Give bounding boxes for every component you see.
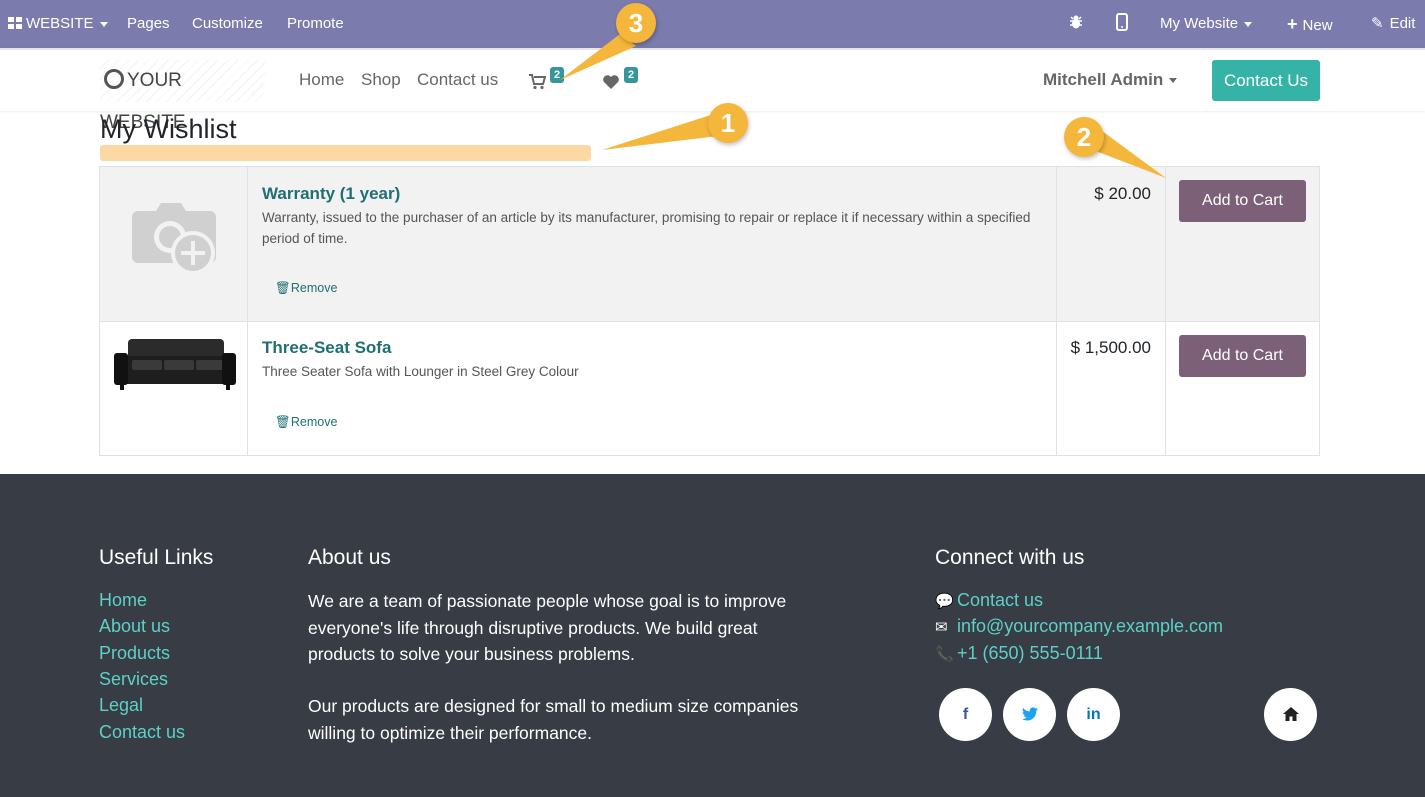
contact-us-button[interactable]: Contact Us (1212, 60, 1320, 101)
chevron-down-icon (1169, 78, 1178, 84)
plus-icon: + (1287, 14, 1298, 34)
wishlist-table: Warranty (1 year) Warranty, issued to th… (99, 166, 1320, 456)
add-to-cart-button[interactable]: Add to Cart (1179, 335, 1306, 377)
email-line[interactable]: ✉ info@yourcompany.example.com (935, 616, 1223, 637)
add-to-cart-button[interactable]: Add to Cart (1179, 180, 1306, 222)
contact-us-link[interactable]: Contact us (957, 590, 1043, 610)
remove-label: Remove (290, 415, 338, 429)
debug-bug-icon[interactable] (1068, 0, 1084, 48)
phone-link[interactable]: +1 (650) 555-0111 (957, 643, 1103, 663)
facebook-icon[interactable]: f (939, 688, 992, 741)
sofa-image (114, 339, 236, 390)
product-name[interactable]: Three-Seat Sofa (262, 338, 391, 358)
cart-icon (529, 74, 546, 90)
footer-link-products[interactable]: Products (99, 643, 170, 664)
footer-link-home[interactable]: Home (99, 590, 147, 611)
wishlist-count-badge: 2 (624, 67, 639, 83)
new-label: New (1302, 17, 1333, 34)
product-name[interactable]: Warranty (1 year) (262, 184, 400, 204)
email-link[interactable]: info@yourcompany.example.com (957, 616, 1223, 636)
mobile-preview-icon[interactable] (1116, 0, 1128, 48)
callout-1: 1 (708, 103, 748, 143)
user-name: Mitchell Admin (1043, 70, 1164, 89)
remove-link[interactable]: 🗑Remove (275, 281, 337, 296)
promote-menu[interactable]: Promote (287, 0, 344, 48)
placeholder-camera-icon (132, 203, 216, 275)
trash-icon: 🗑 (275, 415, 291, 429)
trash-icon: 🗑 (275, 281, 291, 295)
pages-menu[interactable]: Pages (127, 0, 170, 48)
chevron-down-icon (1244, 21, 1253, 27)
product-description: Warranty, issued to the purchaser of an … (262, 210, 1031, 246)
user-menu[interactable]: Mitchell Admin (1043, 70, 1178, 90)
my-website-switcher[interactable]: My Website (1160, 0, 1253, 48)
comment-icon: 💬 (935, 593, 954, 610)
callout-2: 2 (1064, 117, 1104, 157)
footer-link-about-us[interactable]: About us (99, 616, 170, 637)
remove-label: Remove (290, 281, 338, 295)
my-website-label: My Website (1160, 15, 1239, 32)
website-menu-label: WEBSITE (26, 15, 94, 32)
apps-grid-icon (8, 17, 22, 29)
home-icon[interactable] (1264, 688, 1317, 741)
footer-link-contact-us[interactable]: Contact us (99, 722, 185, 743)
cart-link[interactable]: 2 (529, 67, 569, 96)
remove-link[interactable]: 🗑Remove (275, 415, 337, 430)
heart-icon (603, 75, 619, 89)
callout-3: 3 (616, 3, 656, 43)
footer-link-services[interactable]: Services (99, 669, 168, 690)
globe-icon (104, 69, 124, 89)
connect-heading: Connect with us (935, 546, 1085, 569)
cart-count-badge: 2 (550, 67, 565, 83)
nav-shop[interactable]: Shop (361, 70, 401, 90)
action-cell: Add to Cart (1166, 322, 1321, 455)
product-price: $ 1,500.00 (1070, 338, 1151, 357)
edit-label: Edit (1389, 15, 1416, 32)
twitter-icon[interactable] (1003, 688, 1056, 741)
nav-home[interactable]: Home (299, 70, 344, 90)
new-button[interactable]: + New (1287, 0, 1333, 48)
site-header: YOUR WEBSITE Home Shop Contact us 2 2 Mi… (0, 48, 1425, 133)
product-image-cell (100, 322, 248, 455)
useful-links-heading: Useful Links (99, 546, 214, 569)
page-title: My Wishlist (100, 114, 237, 144)
site-footer: Useful Links Home About us Products Serv… (0, 474, 1425, 797)
envelope-icon: ✉ (935, 619, 948, 636)
title-highlight (100, 145, 591, 161)
edit-button[interactable]: ✎ Edit (1371, 0, 1415, 48)
about-paragraph-2: Our products are designed for small to m… (308, 696, 799, 743)
linkedin-icon[interactable]: in (1067, 688, 1120, 741)
website-menu[interactable]: WEBSITE (8, 0, 108, 48)
nav-contact-us[interactable]: Contact us (417, 70, 498, 90)
price-cell: $ 20.00 (1057, 167, 1166, 321)
phone-icon: 📞 (935, 646, 954, 663)
product-image-cell (100, 167, 248, 321)
product-description: Three Seater Sofa with Lounger in Steel … (262, 364, 579, 379)
about-paragraph-1: We are a team of passionate people whose… (308, 591, 787, 664)
table-row: Three-Seat Sofa Three Seater Sofa with L… (100, 322, 1319, 455)
table-row: Warranty (1 year) Warranty, issued to th… (100, 167, 1319, 322)
product-info-cell: Three-Seat Sofa Three Seater Sofa with L… (248, 322, 1057, 455)
wishlist-link[interactable]: 2 (602, 67, 642, 96)
product-price: $ 20.00 (1094, 184, 1151, 203)
price-cell: $ 1,500.00 (1057, 322, 1166, 455)
customize-menu[interactable]: Customize (192, 0, 263, 48)
product-info-cell: Warranty (1 year) Warranty, issued to th… (248, 167, 1057, 321)
contact-us-line[interactable]: 💬 Contact us (935, 590, 1043, 611)
phone-line[interactable]: 📞 +1 (650) 555-0111 (935, 643, 1103, 664)
footer-link-legal[interactable]: Legal (99, 695, 143, 716)
pencil-icon: ✎ (1371, 15, 1384, 32)
about-heading: About us (308, 546, 391, 569)
chevron-down-icon (99, 21, 108, 27)
site-logo[interactable]: YOUR WEBSITE (100, 60, 265, 133)
action-cell: Add to Cart (1166, 167, 1321, 321)
admin-bar: WEBSITE Pages Customize Promote My Websi… (0, 0, 1425, 48)
